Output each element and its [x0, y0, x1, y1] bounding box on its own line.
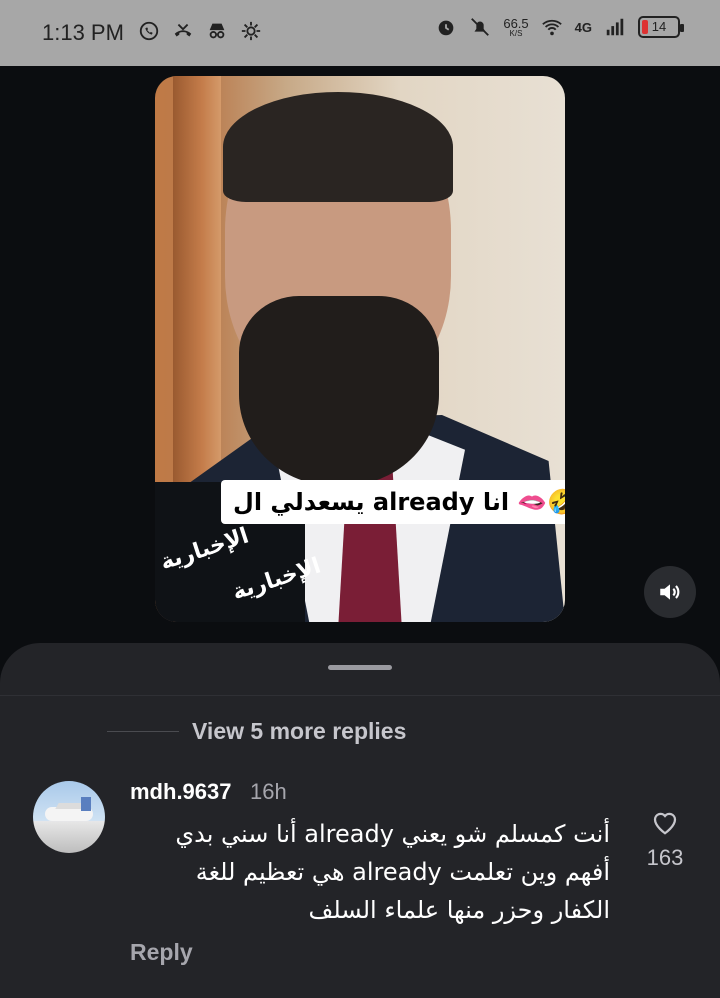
notification-icons [138, 20, 262, 42]
mic-logo-text: الإخبارية [157, 523, 252, 576]
signal-label: 4G [574, 19, 592, 35]
net-speed-value: 66.5 [503, 15, 529, 31]
reply-button[interactable]: Reply [130, 939, 193, 966]
video-area: الإخبارية الإخبارية يسعدلي ال already ان… [0, 66, 720, 656]
replies-connector-line [107, 731, 179, 732]
video-subject-beard [239, 296, 439, 486]
like-button[interactable]: 163 [640, 807, 690, 871]
like-count: 163 [646, 845, 684, 870]
signal-icon [606, 18, 624, 36]
video-player[interactable]: الإخبارية الإخبارية يسعدلي ال already ان… [155, 76, 565, 622]
battery-icon: 14 [638, 16, 684, 38]
missed-call-icon [174, 23, 192, 37]
net-speed: 66.5 K/S [503, 17, 528, 38]
comments-sheet: View 5 more replies mdh.9637 16h أنت كمس… [0, 643, 720, 998]
settings-icon [241, 21, 261, 41]
comment-text-line: أنت كمسلم شو يعني already أنا سني بدي [175, 820, 610, 848]
incognito-icon [209, 23, 225, 39]
avatar-plane-tail [81, 797, 91, 811]
comment-text-line: أفهم وين تعلمت already هي تعظيم للغة [195, 858, 610, 886]
view-more-replies-button[interactable]: View 5 more replies [192, 718, 406, 745]
avatar[interactable] [33, 781, 105, 853]
mute-icon [471, 18, 490, 36]
wifi-icon [541, 19, 562, 36]
battery-percentage: 14 [651, 19, 667, 34]
video-subject-hair [223, 92, 453, 202]
comment-text: أنت كمسلم شو يعني already أنا سني بدي أف… [150, 815, 610, 929]
sheet-divider [0, 695, 720, 696]
comment-username[interactable]: mdh.9637 [130, 779, 232, 805]
whatsapp-icon [139, 21, 159, 41]
volume-icon [660, 584, 680, 600]
heart-icon [653, 812, 677, 835]
comment-text-line: الكفار وحزر منها علماء السلف [308, 896, 610, 924]
volume-button[interactable] [644, 566, 696, 618]
sheet-drag-handle[interactable] [328, 665, 392, 670]
video-caption: يسعدلي ال already انا 🫦🤣 [221, 480, 565, 524]
net-speed-unit: K/S [509, 28, 523, 38]
comment-timestamp: 16h [250, 779, 287, 804]
status-bar: 1:13 PM 66.5 K/S 4G 14 [0, 0, 720, 66]
alarm-icon [439, 20, 454, 36]
system-icons: 66.5 K/S 4G 14 [435, 16, 684, 38]
clock: 1:13 PM [42, 20, 124, 45]
